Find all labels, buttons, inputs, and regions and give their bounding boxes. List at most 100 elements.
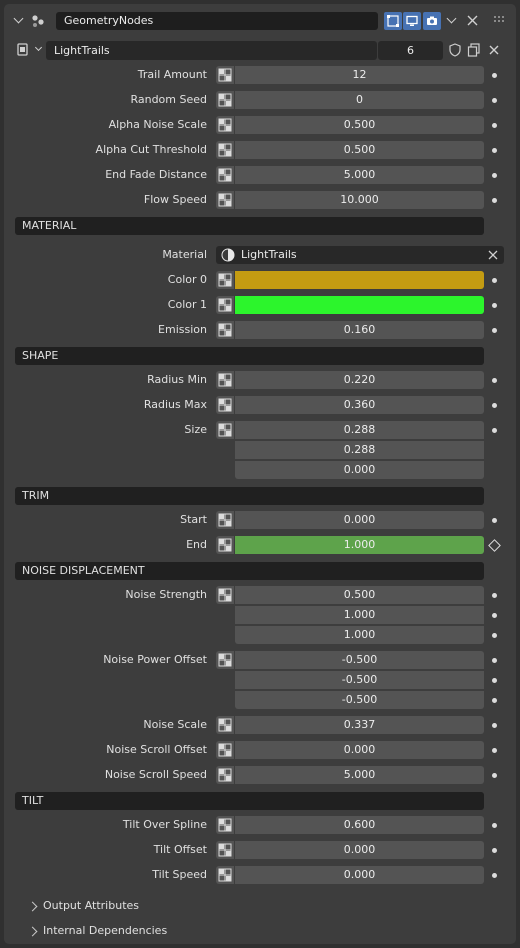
keyframe-dot-icon[interactable] bbox=[492, 633, 497, 638]
attribute-toggle-button[interactable] bbox=[216, 586, 234, 604]
attribute-toggle-button[interactable] bbox=[216, 511, 234, 529]
user-count[interactable]: 6 bbox=[378, 41, 443, 60]
attribute-toggle-button[interactable] bbox=[216, 396, 234, 414]
clear-material-icon[interactable] bbox=[488, 250, 498, 260]
keyframe-dot-icon[interactable] bbox=[492, 198, 497, 203]
attribute-toggle-button[interactable] bbox=[216, 421, 234, 439]
section-tilt-header[interactable]: TILT bbox=[15, 792, 484, 810]
tilt-over-spline-field[interactable]: 0.600 bbox=[235, 816, 484, 834]
keyframe-dot-icon[interactable] bbox=[492, 658, 497, 663]
section-material-header[interactable]: MATERIAL bbox=[15, 217, 484, 235]
attribute-toggle-button[interactable] bbox=[216, 66, 234, 84]
attribute-toggle-button[interactable] bbox=[216, 536, 234, 554]
fake-user-shield-icon[interactable] bbox=[448, 43, 462, 57]
keyframe-dot-icon[interactable] bbox=[492, 148, 497, 153]
start-field[interactable]: 0.000 bbox=[235, 511, 484, 529]
keyframe-dot-icon[interactable] bbox=[492, 428, 497, 433]
keyframe-dot-icon[interactable] bbox=[492, 678, 497, 683]
size-x-field[interactable]: 0.288 bbox=[235, 421, 484, 439]
noise-power-x-field[interactable]: -0.500 bbox=[235, 651, 484, 669]
edit-mode-toggle[interactable] bbox=[384, 12, 402, 30]
keyframe-dot-icon[interactable] bbox=[492, 73, 497, 78]
size-z-field[interactable]: 0.000 bbox=[235, 461, 484, 479]
collapse-chevron-icon[interactable] bbox=[13, 13, 24, 24]
modifier-name-field[interactable]: GeometryNodes bbox=[56, 12, 378, 30]
attribute-toggle-button[interactable] bbox=[216, 321, 234, 339]
attribute-toggle-button[interactable] bbox=[216, 766, 234, 784]
node-group-name[interactable]: LightTrails bbox=[46, 41, 377, 60]
end-fade-distance-field[interactable]: 5.000 bbox=[235, 166, 484, 184]
noise-strength-z-field[interactable]: 1.000 bbox=[235, 626, 484, 644]
attribute-toggle-button[interactable] bbox=[216, 651, 234, 669]
duplicate-icon[interactable] bbox=[467, 43, 481, 57]
attribute-toggle-button[interactable] bbox=[216, 841, 234, 859]
color-0-swatch[interactable] bbox=[235, 271, 484, 289]
keyframe-dot-icon[interactable] bbox=[492, 403, 497, 408]
color-1-swatch[interactable] bbox=[235, 296, 484, 314]
unlink-close-icon[interactable] bbox=[489, 45, 499, 55]
attribute-toggle-button[interactable] bbox=[216, 116, 234, 134]
attribute-toggle-button[interactable] bbox=[216, 141, 234, 159]
attribute-toggle-button[interactable] bbox=[216, 296, 234, 314]
close-icon[interactable] bbox=[467, 15, 478, 26]
keyframe-dot-icon[interactable] bbox=[492, 593, 497, 598]
attribute-toggle-button[interactable] bbox=[216, 166, 234, 184]
random-seed-field[interactable]: 0 bbox=[235, 91, 484, 109]
render-toggle[interactable] bbox=[423, 12, 441, 30]
trail-amount-field[interactable]: 12 bbox=[235, 66, 484, 84]
attribute-toggle-button[interactable] bbox=[216, 816, 234, 834]
noise-scroll-offset-field[interactable]: 0.000 bbox=[235, 741, 484, 759]
noise-strength-y-field[interactable]: 1.000 bbox=[235, 606, 484, 624]
keyframe-dot-icon[interactable] bbox=[492, 873, 497, 878]
keyframe-dot-icon[interactable] bbox=[492, 518, 497, 523]
viewport-toggle[interactable] bbox=[403, 12, 421, 30]
noise-power-y-field[interactable]: -0.500 bbox=[235, 671, 484, 689]
section-noise-displacement-header[interactable]: NOISE DISPLACEMENT bbox=[15, 562, 484, 580]
keyframe-dot-icon[interactable] bbox=[492, 123, 497, 128]
radius-max-field[interactable]: 0.360 bbox=[235, 396, 484, 414]
subpanel-output-attributes[interactable]: Output Attributes bbox=[0, 896, 520, 916]
keyframe-dot-icon[interactable] bbox=[492, 723, 497, 728]
section-shape-header[interactable]: SHAPE bbox=[15, 347, 484, 365]
browse-chevron-icon[interactable] bbox=[34, 43, 43, 52]
alpha-cut-threshold-field[interactable]: 0.500 bbox=[235, 141, 484, 159]
keyframe-dot-icon[interactable] bbox=[492, 278, 497, 283]
keyframe-diamond-icon[interactable] bbox=[488, 539, 501, 552]
keyframe-dot-icon[interactable] bbox=[492, 698, 497, 703]
attribute-toggle-button[interactable] bbox=[216, 191, 234, 209]
end-field-animated[interactable]: 1.000 bbox=[235, 536, 484, 554]
emission-field[interactable]: 0.160 bbox=[235, 321, 484, 339]
keyframe-dot-icon[interactable] bbox=[492, 303, 497, 308]
drag-handle-icon[interactable] bbox=[494, 16, 506, 24]
subpanel-internal-dependencies[interactable]: Internal Dependencies bbox=[0, 921, 520, 941]
attribute-toggle-button[interactable] bbox=[216, 866, 234, 884]
keyframe-dot-icon[interactable] bbox=[492, 378, 497, 383]
tilt-offset-field[interactable]: 0.000 bbox=[235, 841, 484, 859]
keyframe-dot-icon[interactable] bbox=[492, 748, 497, 753]
noise-scroll-speed-field[interactable]: 5.000 bbox=[235, 766, 484, 784]
keyframe-dot-icon[interactable] bbox=[492, 823, 497, 828]
keyframe-dot-icon[interactable] bbox=[492, 613, 497, 618]
noise-scale-field[interactable]: 0.337 bbox=[235, 716, 484, 734]
alpha-noise-scale-field[interactable]: 0.500 bbox=[235, 116, 484, 134]
dropdown-chevron-icon[interactable] bbox=[446, 13, 457, 24]
keyframe-dot-icon[interactable] bbox=[492, 173, 497, 178]
section-trim-header[interactable]: TRIM bbox=[15, 487, 484, 505]
keyframe-dot-icon[interactable] bbox=[492, 98, 497, 103]
attribute-toggle-button[interactable] bbox=[216, 716, 234, 734]
node-tree-icon[interactable] bbox=[17, 43, 33, 57]
keyframe-dot-icon[interactable] bbox=[492, 328, 497, 333]
material-field[interactable]: LightTrails bbox=[216, 246, 504, 264]
size-y-field[interactable]: 0.288 bbox=[235, 441, 484, 459]
attribute-toggle-button[interactable] bbox=[216, 371, 234, 389]
noise-strength-x-field[interactable]: 0.500 bbox=[235, 586, 484, 604]
tilt-speed-field[interactable]: 0.000 bbox=[235, 866, 484, 884]
attribute-toggle-button[interactable] bbox=[216, 91, 234, 109]
keyframe-dot-icon[interactable] bbox=[492, 773, 497, 778]
noise-power-z-field[interactable]: -0.500 bbox=[235, 691, 484, 709]
attribute-toggle-button[interactable] bbox=[216, 741, 234, 759]
radius-min-field[interactable]: 0.220 bbox=[235, 371, 484, 389]
keyframe-dot-icon[interactable] bbox=[492, 848, 497, 853]
flow-speed-field[interactable]: 10.000 bbox=[235, 191, 484, 209]
attribute-toggle-button[interactable] bbox=[216, 271, 234, 289]
